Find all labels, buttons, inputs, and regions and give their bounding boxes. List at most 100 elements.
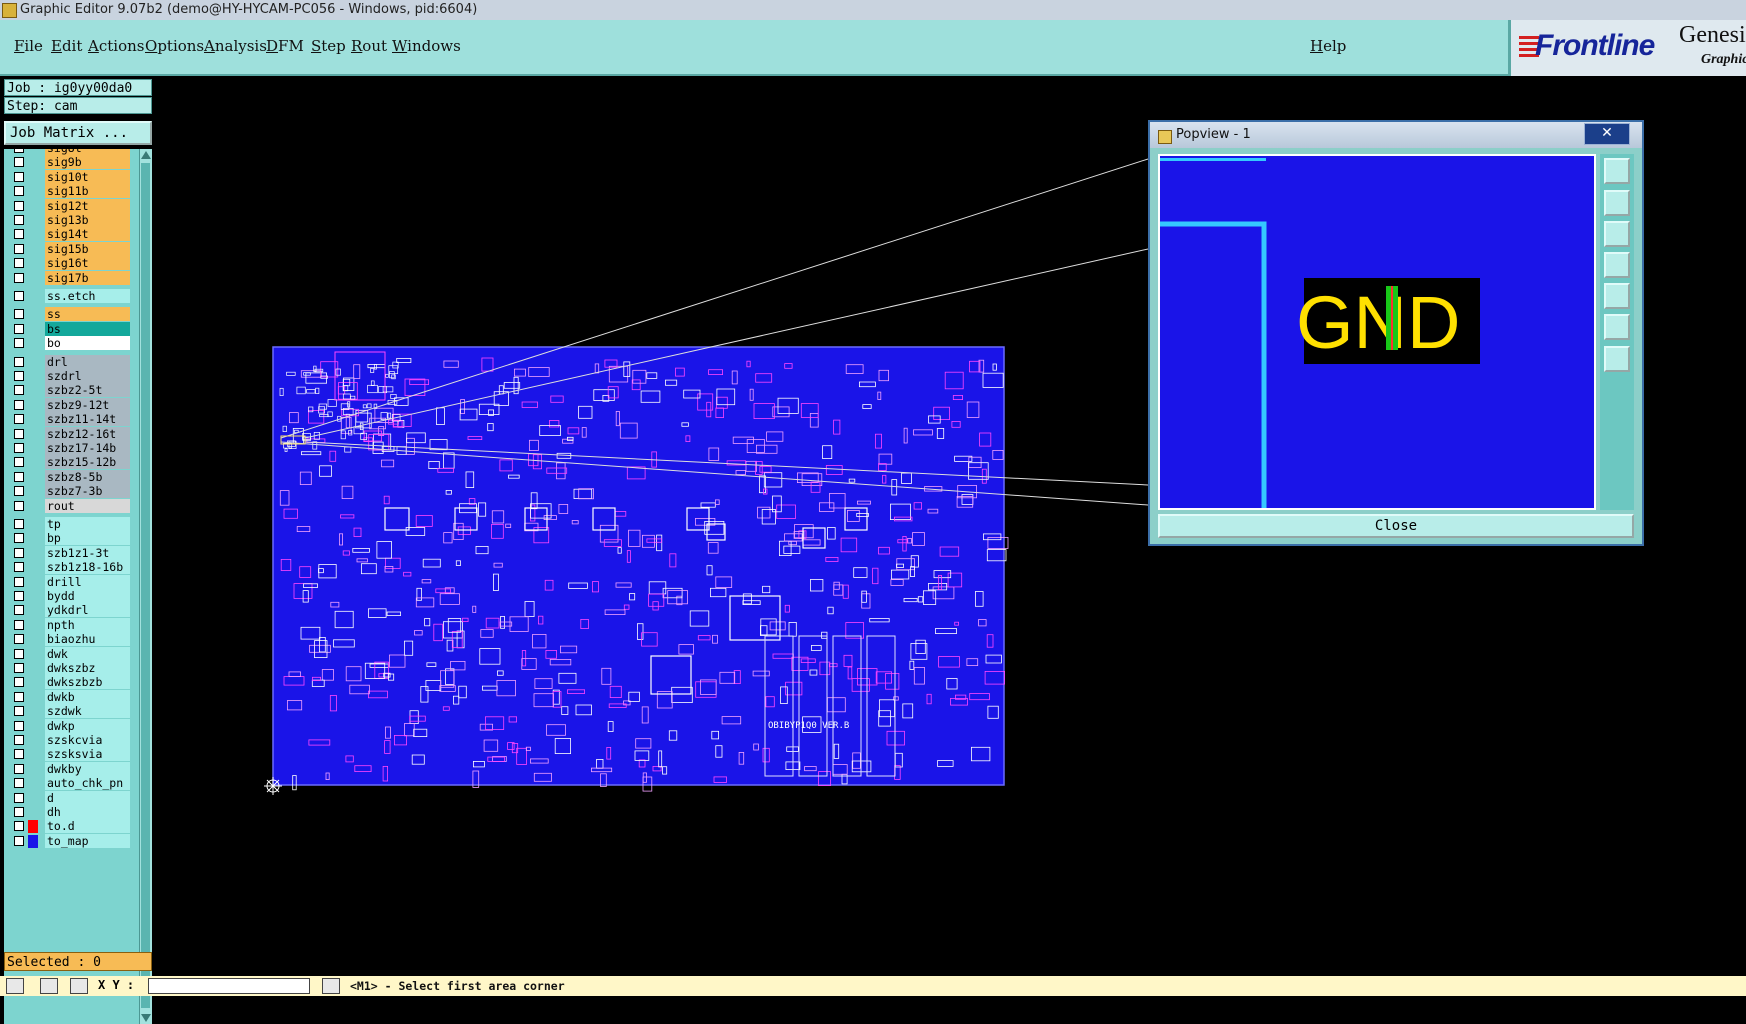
snap-mode-icon[interactable] bbox=[40, 978, 58, 994]
layer-checkbox[interactable] bbox=[14, 778, 24, 789]
grid-mode-icon[interactable] bbox=[70, 978, 88, 994]
layer-scrollbar[interactable] bbox=[139, 149, 152, 1024]
layer-name[interactable]: dwkszbz bbox=[45, 661, 130, 675]
layer-row-dwkp[interactable]: dwkp bbox=[8, 718, 130, 733]
layer-name[interactable]: szbz8-5b bbox=[45, 469, 130, 484]
layer-row-sig16t[interactable]: sig16t bbox=[8, 256, 130, 271]
layer-checkbox[interactable] bbox=[14, 562, 24, 573]
layer-row-to_map[interactable]: to_map bbox=[8, 833, 130, 848]
layer-name[interactable]: ss bbox=[45, 307, 130, 322]
layer-name[interactable]: szb1z1-3t bbox=[45, 545, 130, 560]
popview-viewport[interactable]: GND bbox=[1158, 154, 1596, 510]
layer-checkbox[interactable] bbox=[14, 763, 24, 774]
layer-name[interactable]: sig17b bbox=[45, 270, 130, 285]
layer-name[interactable]: bp bbox=[45, 531, 130, 546]
layer-checkbox[interactable] bbox=[14, 186, 24, 197]
layer-row-to.d[interactable]: to.d bbox=[8, 819, 130, 834]
layer-row-szbz9-12t[interactable]: szbz9-12t bbox=[8, 397, 130, 412]
layer-row-szb1z18-16b[interactable]: szb1z18-16b bbox=[8, 560, 130, 575]
layer-checkbox[interactable] bbox=[14, 835, 24, 846]
layer-name[interactable]: dwkszbzb bbox=[45, 675, 130, 690]
layer-row-szdwk[interactable]: szdwk bbox=[8, 704, 130, 719]
layer-row-szbz2-5t[interactable]: szbz2-5t bbox=[8, 383, 130, 398]
layer-row-szbz17-14b[interactable]: szbz17-14b bbox=[8, 441, 130, 455]
layer-name[interactable]: szskcvia bbox=[45, 733, 130, 747]
layer-checkbox[interactable] bbox=[14, 215, 24, 225]
layer-name[interactable]: szdwk bbox=[45, 704, 130, 719]
layer-checkbox[interactable] bbox=[14, 691, 24, 702]
menu-options[interactable]: Options bbox=[145, 37, 204, 55]
layer-name[interactable]: sig8t bbox=[45, 149, 130, 155]
layer-name[interactable]: dwkby bbox=[45, 761, 130, 776]
layer-row-sig14t[interactable]: sig14t bbox=[8, 227, 130, 242]
layer-row-auto_chk_pn[interactable]: auto_chk_pn bbox=[8, 776, 130, 791]
layer-checkbox[interactable] bbox=[14, 457, 24, 468]
layer-checkbox[interactable] bbox=[14, 807, 24, 817]
layer-checkbox[interactable] bbox=[14, 371, 24, 381]
popview-close-button[interactable]: Close bbox=[1158, 514, 1634, 538]
layer-checkbox[interactable] bbox=[14, 663, 24, 673]
layer-row-sig13b[interactable]: sig13b bbox=[8, 213, 130, 227]
layer-name[interactable]: d bbox=[45, 790, 130, 805]
layer-checkbox[interactable] bbox=[14, 634, 24, 645]
layer-name[interactable]: szbz15-12b bbox=[45, 455, 130, 470]
layer-row-bydd[interactable]: bydd bbox=[8, 589, 130, 603]
layer-name[interactable]: to_map bbox=[45, 833, 130, 848]
layer-name[interactable]: szbz11-14t bbox=[45, 412, 130, 427]
layer-checkbox[interactable] bbox=[14, 749, 24, 760]
layer-row-d[interactable]: d bbox=[8, 790, 130, 805]
layer-name[interactable]: rout bbox=[45, 498, 130, 513]
layer-checkbox[interactable] bbox=[14, 648, 24, 659]
popview-titlebar[interactable]: Popview - 1 ✕ bbox=[1150, 122, 1642, 148]
job-matrix-button[interactable]: Job Matrix ... bbox=[4, 121, 152, 145]
layer-name[interactable]: sig13b bbox=[45, 213, 130, 227]
layer-row-biaozhu[interactable]: biaozhu bbox=[8, 632, 130, 647]
layer-name[interactable]: szsksvia bbox=[45, 747, 130, 762]
layer-name[interactable]: szb1z18-16b bbox=[45, 560, 130, 575]
layer-checkbox[interactable] bbox=[14, 338, 24, 349]
layer-checkbox[interactable] bbox=[14, 486, 24, 497]
layer-row-sig11b[interactable]: sig11b bbox=[8, 184, 130, 199]
menu-dfm[interactable]: DFM bbox=[266, 37, 304, 55]
layer-checkbox[interactable] bbox=[14, 619, 24, 630]
layer-row-dwk[interactable]: dwk bbox=[8, 646, 130, 661]
menu-rout[interactable]: Rout bbox=[351, 37, 387, 55]
layer-row-dwkb[interactable]: dwkb bbox=[8, 689, 130, 704]
layer-row-dwkby[interactable]: dwkby bbox=[8, 761, 130, 776]
layer-row-dwkszbz[interactable]: dwkszbz bbox=[8, 661, 130, 675]
menu-file[interactable]: File bbox=[14, 37, 43, 55]
layer-checkbox[interactable] bbox=[14, 591, 24, 601]
layer-name[interactable]: sig14t bbox=[45, 227, 130, 242]
layer-checkbox[interactable] bbox=[14, 149, 24, 153]
layer-name[interactable]: szbz12-16t bbox=[45, 426, 130, 441]
info-icon[interactable] bbox=[322, 978, 340, 994]
layer-checkbox[interactable] bbox=[14, 309, 24, 320]
layer-checkbox[interactable] bbox=[14, 200, 24, 211]
layer-row-szbz7-3b[interactable]: szbz7-3b bbox=[8, 484, 130, 499]
layer-checkbox[interactable] bbox=[14, 500, 24, 511]
layer-row-bo[interactable]: bo bbox=[8, 336, 130, 351]
layer-row-szbz12-16t[interactable]: szbz12-16t bbox=[8, 426, 130, 441]
layer-checkbox[interactable] bbox=[14, 399, 24, 410]
menu-step[interactable]: Step bbox=[311, 37, 346, 55]
layer-name[interactable]: sig16t bbox=[45, 256, 130, 271]
layer-row-ss.etch[interactable]: ss.etch bbox=[8, 289, 130, 303]
layer-name[interactable]: dh bbox=[45, 805, 130, 819]
layer-checkbox[interactable] bbox=[14, 720, 24, 731]
layer-name[interactable]: szdrl bbox=[45, 369, 130, 383]
layer-name[interactable]: sig9b bbox=[45, 155, 130, 170]
layer-checkbox[interactable] bbox=[14, 792, 24, 803]
layer-name[interactable]: szbz17-14b bbox=[45, 441, 130, 455]
layer-checkbox[interactable] bbox=[14, 605, 24, 616]
layer-row-szsksvia[interactable]: szsksvia bbox=[8, 747, 130, 762]
layer-checkbox[interactable] bbox=[14, 272, 24, 283]
layer-row-ydkdrl[interactable]: ydkdrl bbox=[8, 603, 130, 618]
zoom-in-icon[interactable] bbox=[1604, 314, 1630, 340]
layer-name[interactable]: szbz2-5t bbox=[45, 383, 130, 398]
layer-row-dh[interactable]: dh bbox=[8, 805, 130, 819]
layer-name[interactable]: sig11b bbox=[45, 184, 130, 199]
layer-row-sig17b[interactable]: sig17b bbox=[8, 270, 130, 285]
layer-name[interactable]: auto_chk_pn bbox=[45, 776, 130, 791]
layer-row-bs[interactable]: bs bbox=[8, 321, 130, 336]
layer-name[interactable]: sig10t bbox=[45, 169, 130, 184]
